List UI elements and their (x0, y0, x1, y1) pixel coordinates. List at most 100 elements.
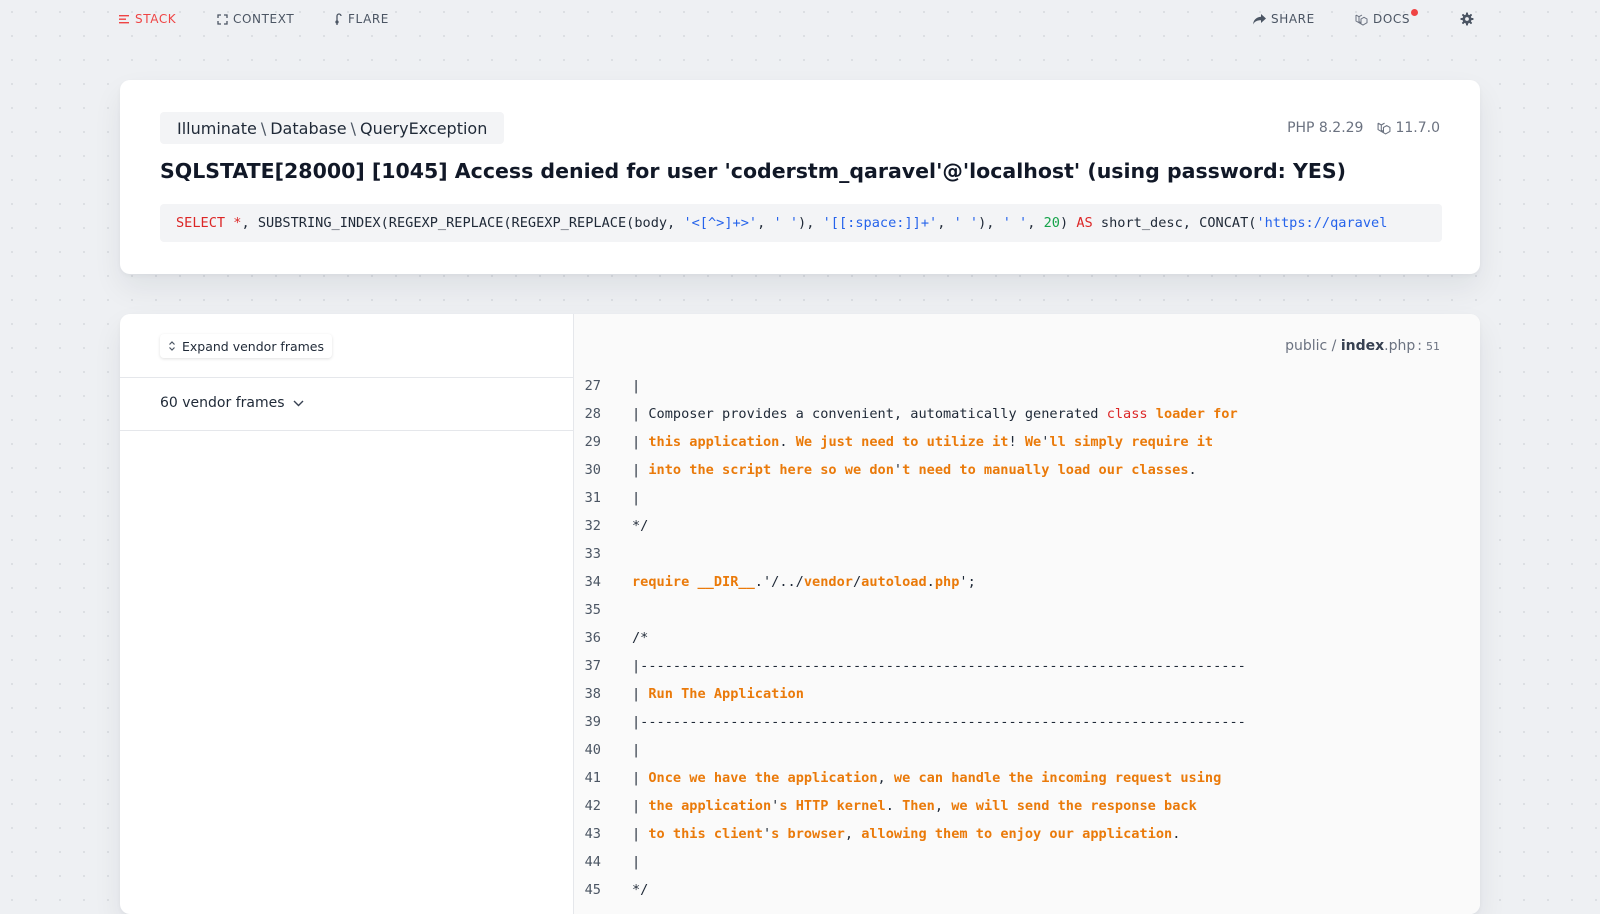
line-number[interactable]: 36 (575, 630, 601, 646)
line-number[interactable]: 39 (575, 714, 601, 730)
tab-flare[interactable]: FLARE (334, 11, 389, 27)
code-token: into the script here so we don (648, 462, 894, 478)
code-line: 38 | Run The Application (574, 680, 1480, 708)
docs-label: DOCS (1373, 12, 1411, 26)
code-token: | Composer provides a convenient, automa… (632, 406, 1107, 422)
sql-query-text: SELECT *, SUBSTRING_INDEX(REGEXP_REPLACE… (176, 215, 1387, 231)
line-content: | to this client's browser, allowing the… (632, 826, 1180, 842)
line-number[interactable]: 45 (575, 882, 601, 898)
code-token: , (934, 798, 952, 814)
line-number[interactable]: 29 (575, 434, 601, 450)
line-number[interactable]: 28 (575, 406, 601, 422)
flare-icon (335, 12, 342, 25)
code-token: autoload (861, 574, 927, 590)
vendor-frames-toggle[interactable]: 60 vendor frames (160, 395, 304, 411)
line-number[interactable]: 41 (575, 770, 601, 786)
code-token: allowing them to enjoy our application (861, 826, 1173, 842)
notification-dot (1411, 9, 1419, 16)
code-line: 31 | (574, 484, 1480, 512)
share-button[interactable]: SHARE (1253, 11, 1315, 27)
code-token: t need to manually load our classes (902, 462, 1189, 478)
line-number[interactable]: 31 (575, 490, 601, 506)
line-content: | Once we have the application, we can h… (632, 770, 1221, 786)
code-token: .'/../ (754, 574, 804, 590)
code-token: Then (902, 798, 935, 814)
code-line: 29 | this application. We just need to ut… (574, 428, 1480, 456)
code-line: 32 */ (574, 512, 1480, 540)
code-line: 27 | (574, 372, 1480, 400)
line-number[interactable]: 27 (575, 378, 601, 394)
code-token: | (632, 434, 649, 450)
code-token: class (1106, 406, 1148, 422)
code-token: . (1172, 826, 1181, 842)
share-icon (1253, 13, 1266, 24)
code-token: | (632, 826, 649, 842)
expand-icon (217, 13, 228, 25)
share-label: SHARE (1271, 12, 1315, 26)
code-token: |---------------------------------------… (632, 658, 1246, 674)
code-line: 36 /* (574, 624, 1480, 652)
code-token: . (779, 434, 796, 450)
line-number[interactable]: 34 (575, 574, 601, 590)
expand-vendor-frames-label: Expand vendor frames (182, 338, 325, 354)
sql-token: ) (1060, 215, 1077, 231)
divider (120, 377, 573, 378)
laravel-icon (1378, 122, 1391, 135)
file-ext: .php (1384, 338, 1416, 354)
exception-class-name: QueryException (359, 118, 488, 138)
file-path[interactable]: public / index .php:51 (1285, 338, 1440, 354)
code-token: we will send the response back (951, 798, 1197, 814)
code-token: s browser (771, 826, 845, 842)
line-number[interactable]: 35 (575, 602, 601, 618)
line-content: | (632, 490, 640, 506)
code-token: We (1024, 434, 1042, 450)
code-token: require __DIR__ (632, 574, 755, 590)
line-number[interactable]: 40 (575, 742, 601, 758)
code-token: | (632, 854, 641, 870)
stack-card: Expand vendor frames 60 vendor frames pu… (120, 314, 1480, 914)
chevron-down-icon (293, 400, 304, 406)
tab-context[interactable]: CONTEXT (217, 11, 294, 27)
tab-stack-label: STACK (135, 12, 177, 26)
gear-icon (1460, 12, 1474, 26)
line-number[interactable]: 42 (575, 798, 601, 814)
sql-token: AS (1076, 215, 1093, 231)
settings-button[interactable] (1460, 11, 1474, 27)
expand-vendor-frames-button[interactable]: Expand vendor frames (160, 334, 333, 358)
line-number[interactable]: 43 (575, 826, 601, 842)
line-number[interactable]: 44 (575, 854, 601, 870)
exception-class: Illuminate \ Database \ QueryException (160, 112, 505, 144)
code-token: | (632, 770, 649, 786)
code-line: 42 | the application's HTTP kernel. Then,… (574, 792, 1480, 820)
code-token: . (1188, 462, 1197, 478)
sql-token: 'https://qaravel (1256, 215, 1388, 231)
code-token: , (877, 770, 894, 786)
line-number[interactable]: 30 (575, 462, 601, 478)
sql-token: '[[:space:]]+' (822, 215, 938, 231)
stack-icon (119, 14, 129, 23)
code-token: |---------------------------------------… (632, 714, 1246, 730)
line-number[interactable]: 32 (575, 518, 601, 534)
line-content: | this application. We just need to util… (632, 434, 1213, 450)
line-content: */ (632, 518, 648, 534)
sql-token: , (757, 215, 774, 231)
code-token: this application (648, 434, 780, 450)
exception-message: SQLSTATE[28000] [1045] Access denied for… (160, 159, 1346, 183)
line-number[interactable]: 33 (575, 546, 601, 562)
code-token: / (852, 574, 862, 590)
code-token: ! (1008, 434, 1025, 450)
code-token: , (844, 826, 862, 842)
code-token: php (934, 574, 960, 590)
line-number[interactable]: 38 (575, 686, 601, 702)
code-token: . (926, 574, 935, 590)
line-number[interactable]: 37 (575, 658, 601, 674)
tab-stack[interactable]: STACK (119, 11, 176, 27)
code-line: 30 | into the script here so we don't nee… (574, 456, 1480, 484)
sql-token: , SUBSTRING_INDEX(REGEXP_REPLACE(REGEXP_… (241, 215, 684, 231)
code-snippet: 27 | 28 | Composer provides a convenient, a… (574, 372, 1480, 904)
line-content: | Run The Application (632, 686, 804, 702)
tab-flare-label: FLARE (348, 12, 389, 26)
line-content: |---------------------------------------… (632, 658, 1246, 674)
docs-button[interactable]: DOCS (1355, 9, 1419, 27)
code-line: 40 | (574, 736, 1480, 764)
